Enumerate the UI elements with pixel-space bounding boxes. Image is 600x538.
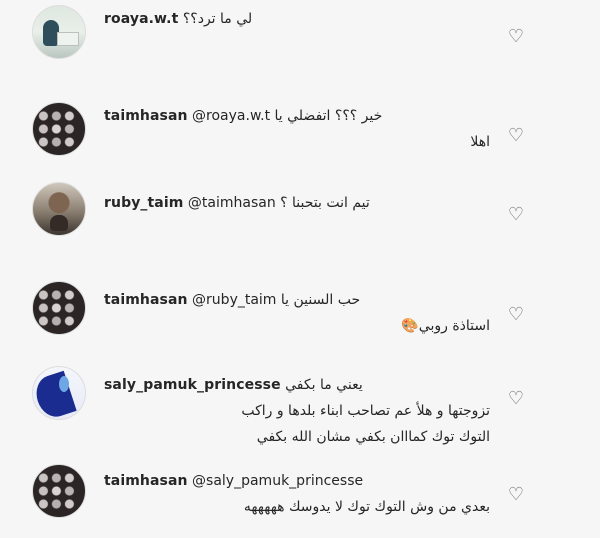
mention-link[interactable]: @saly_pamuk_princesse xyxy=(192,473,363,489)
comment-header: taimhasan @saly_pamuk_princesse xyxy=(104,468,490,494)
username-link[interactable]: saly_pamuk_princesse xyxy=(104,377,281,393)
comment-body: taimhasan @roaya.w.t خير ؟؟؟ اتفضلي يا ا… xyxy=(104,103,490,155)
avatar[interactable] xyxy=(32,366,86,420)
avatar[interactable] xyxy=(32,5,86,59)
heart-icon[interactable]: ♡ xyxy=(507,206,525,224)
comment-text-line: اهلا xyxy=(470,134,490,150)
comment-body: roaya.w.t لي ما ترد؟؟ xyxy=(104,6,490,32)
comment-header: taimhasan @ruby_taim حب السنين يا xyxy=(104,287,490,313)
heart-icon[interactable]: ♡ xyxy=(507,486,525,504)
comment-body: saly_pamuk_princesse يعني ما بكفي تزوجته… xyxy=(104,372,490,450)
comment-text: حب السنين يا xyxy=(280,292,361,308)
comment-text-line: بعدي من وش التوك توك لا يدوسك هههههه xyxy=(243,499,490,515)
username-link[interactable]: taimhasan xyxy=(104,108,188,124)
heart-icon[interactable]: ♡ xyxy=(507,390,525,408)
comment-list: roaya.w.t لي ما ترد؟؟ ♡ taimhasan @roaya… xyxy=(0,0,600,538)
comment-text-line: تزوجتها و هلأ عم تصاحب ابناء بلدها و راك… xyxy=(241,403,490,419)
comment-body: taimhasan @saly_pamuk_princesse بعدي من … xyxy=(104,468,490,520)
comment-text: لي ما ترد؟؟ xyxy=(182,11,253,27)
comment-text: يعني ما بكفي xyxy=(285,377,363,393)
heart-icon[interactable]: ♡ xyxy=(507,127,525,145)
comment-item: taimhasan @saly_pamuk_princesse بعدي من … xyxy=(0,462,600,528)
comment-header: ruby_taim @taimhasan تيم انت بتحبنا ؟ xyxy=(104,190,490,216)
username-link[interactable]: taimhasan xyxy=(104,473,188,489)
heart-icon[interactable]: ♡ xyxy=(507,306,525,324)
mention-link[interactable]: @taimhasan xyxy=(188,195,276,211)
avatar[interactable] xyxy=(32,102,86,156)
comment-text-line: التوك توك كمااان بكفي مشان الله بكفي xyxy=(256,429,490,445)
comment-item: saly_pamuk_princesse يعني ما بكفي تزوجته… xyxy=(0,366,600,458)
username-link[interactable]: taimhasan xyxy=(104,292,188,308)
comment-body: taimhasan @ruby_taim حب السنين يا استاذة… xyxy=(104,287,490,339)
mention-link[interactable]: @ruby_taim xyxy=(192,292,276,308)
comment-item: taimhasan @ruby_taim حب السنين يا استاذة… xyxy=(0,279,600,353)
comment-text-line: استاذة روبي🎨 xyxy=(401,318,490,334)
comment-item: roaya.w.t لي ما ترد؟؟ ♡ xyxy=(0,0,600,74)
heart-icon[interactable]: ♡ xyxy=(507,28,525,46)
comment-header: saly_pamuk_princesse يعني ما بكفي xyxy=(104,372,490,398)
mention-link[interactable]: @roaya.w.t xyxy=(192,108,270,124)
avatar[interactable] xyxy=(32,182,86,236)
comment-item: ruby_taim @taimhasan تيم انت بتحبنا ؟ ♡ xyxy=(0,182,600,246)
comment-body: ruby_taim @taimhasan تيم انت بتحبنا ؟ xyxy=(104,190,490,216)
username-link[interactable]: roaya.w.t xyxy=(104,11,178,27)
comment-item: taimhasan @roaya.w.t خير ؟؟؟ اتفضلي يا ا… xyxy=(0,95,600,169)
avatar[interactable] xyxy=(32,464,86,518)
avatar[interactable] xyxy=(32,281,86,335)
comment-text: تيم انت بتحبنا ؟ xyxy=(280,195,370,211)
comment-text: خير ؟؟؟ اتفضلي يا xyxy=(274,108,383,124)
username-link[interactable]: ruby_taim xyxy=(104,195,183,211)
comment-header: roaya.w.t لي ما ترد؟؟ xyxy=(104,6,490,32)
comment-header: taimhasan @roaya.w.t خير ؟؟؟ اتفضلي يا xyxy=(104,103,490,129)
